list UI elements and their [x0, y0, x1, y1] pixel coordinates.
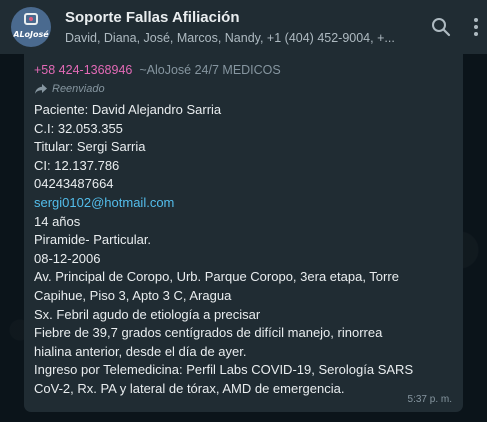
forward-arrow-icon: [35, 84, 47, 94]
message-text: Paciente: David Alejandro Sarria C.I: 32…: [34, 101, 454, 399]
chat-header[interactable]: ALoJosé Soporte Fallas Afiliación David,…: [0, 0, 487, 54]
message-line: 08-12-2006: [34, 250, 101, 266]
message-line: hialina anterior, desde el día de ayer.: [34, 343, 247, 359]
avatar-logo-text: ALoJosé: [13, 30, 49, 39]
group-avatar[interactable]: ALoJosé: [11, 7, 51, 47]
message-line: CI: 12.137.786: [34, 157, 120, 173]
sender-name: ~AloJosé 24/7 MEDICOS: [139, 63, 281, 77]
email-link[interactable]: sergi0102@hotmail.com: [34, 194, 454, 213]
message-line: Ingreso por Telemedicina: Perfil Labs CO…: [34, 362, 414, 378]
forwarded-indicator: Reenviado: [34, 81, 454, 97]
message-line: Sx. Febril agudo de etiología a precisar: [34, 306, 261, 322]
chat-title-block[interactable]: Soporte Fallas Afiliación David, Diana, …: [65, 8, 395, 47]
chat-window: ALoJosé Soporte Fallas Afiliación David,…: [0, 0, 487, 422]
message-bubble[interactable]: +58 424-1368946 ~AloJosé 24/7 MEDICOS Re…: [24, 54, 463, 412]
sender-phone[interactable]: +58 424-1368946: [34, 62, 132, 78]
menu-icon[interactable]: [464, 15, 487, 39]
message-sender: +58 424-1368946 ~AloJosé 24/7 MEDICOS: [34, 62, 454, 78]
message-timestamp: 5:37 p. m.: [407, 394, 452, 405]
forwarded-label: Reenviado: [52, 83, 105, 95]
message-line: Titular: Sergi Sarria: [34, 139, 146, 155]
message-line: Piramide- Particular.: [34, 232, 152, 248]
message-line: CoV-2, Rx. PA y lateral de tórax, AMD de…: [34, 380, 345, 396]
message-line: C.I: 32.053.355: [34, 120, 123, 136]
message-line: Fiebre de 39,7 grados centígrados de dif…: [34, 325, 383, 341]
message-line: Paciente: David Alejandro Sarria: [34, 102, 222, 117]
chat-participants: David, Diana, José, Marcos, Nandy, +1 (4…: [65, 30, 395, 45]
chat-title: Soporte Fallas Afiliación: [65, 8, 240, 26]
message-line: 14 años: [34, 213, 81, 229]
alojose-logo-icon: [24, 13, 38, 25]
message-line: 04243487664: [34, 176, 114, 192]
message-line: Av. Principal de Coropo, Urb. Parque Cor…: [34, 269, 399, 285]
search-icon[interactable]: [429, 15, 453, 39]
message-line: Capihue, Piso 3, Apto 3 C, Aragua: [34, 287, 232, 303]
